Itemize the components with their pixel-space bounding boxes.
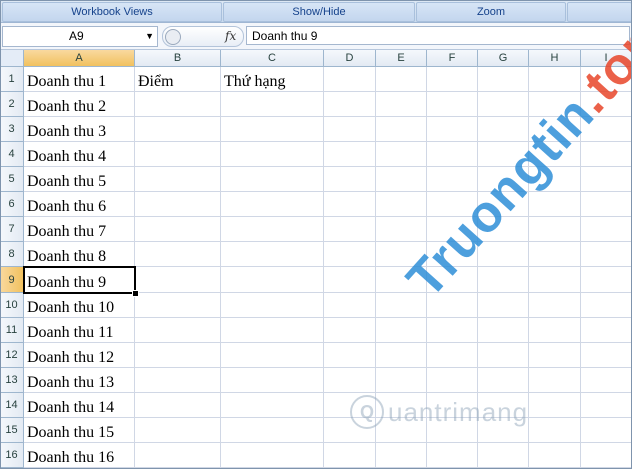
ribbon-group-workbook-views[interactable]: Workbook Views [2,2,222,22]
cell-a6[interactable]: Doanh thu 6 [24,192,165,217]
row-header-6[interactable]: 6 [0,192,24,217]
cell-b1[interactable]: Điểm [135,67,174,92]
cell-a3[interactable]: Doanh thu 3 [24,117,165,142]
row-header-4[interactable]: 4 [0,142,24,167]
select-all-corner[interactable] [0,50,24,67]
formula-bar: A9 ▼ fx Doanh thu 9 [0,23,632,50]
row-header-10[interactable]: 10 [0,293,24,318]
row-header-7[interactable]: 7 [0,217,24,242]
column-header-h[interactable]: H [529,50,581,67]
cell-a8[interactable]: Doanh thu 8 [24,242,165,267]
row-header-12[interactable]: 12 [0,343,24,368]
fill-handle[interactable] [132,290,139,297]
row-header-1[interactable]: 1 [0,67,24,92]
cell-a15[interactable]: Doanh thu 15 [24,418,165,443]
column-header-d[interactable]: D [324,50,376,67]
cell-a12[interactable]: Doanh thu 12 [24,343,165,368]
name-box[interactable]: A9 ▼ [2,26,158,47]
column-header-c[interactable]: C [221,50,324,67]
row-header-5[interactable]: 5 [0,167,24,192]
cell-a7[interactable]: Doanh thu 7 [24,217,165,242]
column-header-b[interactable]: B [135,50,221,67]
row-header-13[interactable]: 13 [0,368,24,393]
ribbon-group-show-hide[interactable]: Show/Hide [223,2,415,22]
cell-a14[interactable]: Doanh thu 14 [24,393,165,418]
insert-function-icon[interactable]: fx [225,27,236,46]
cell-a16[interactable]: Doanh thu 16 [24,443,165,468]
row-header-2[interactable]: 2 [0,92,24,117]
cell-a10[interactable]: Doanh thu 10 [24,293,165,318]
grid-line-vertical [220,67,221,469]
column-header-f[interactable]: F [427,50,478,67]
ribbon-group-bar: Workbook Views Show/Hide Zoom [0,0,632,23]
name-box-value: A9 [69,29,84,43]
cell-a11[interactable]: Doanh thu 11 [24,318,165,343]
ribbon-group-zoom[interactable]: Zoom [416,2,566,22]
row-header-15[interactable]: 15 [0,418,24,443]
formula-tools: fx [162,26,244,47]
column-header-g[interactable]: G [478,50,529,67]
row-header-11[interactable]: 11 [0,318,24,343]
cell-a5[interactable]: Doanh thu 5 [24,167,165,192]
quantrimang-logo-icon: Q [350,395,384,429]
row-header-16[interactable]: 16 [0,443,24,468]
active-cell-outline [23,266,136,294]
quantrimang-watermark: Q uantrimang [350,392,528,432]
chevron-down-icon[interactable]: ▼ [145,27,154,46]
cell-a4[interactable]: Doanh thu 4 [24,142,165,167]
formula-input[interactable]: Doanh thu 9 [246,26,630,45]
cell-c1[interactable]: Thứ hạng [221,67,286,92]
row-header-3[interactable]: 3 [0,117,24,142]
row-header-9[interactable]: 9 [0,267,24,293]
expand-circle-icon[interactable] [165,29,181,45]
column-header-e[interactable]: E [376,50,427,67]
column-header-a[interactable]: A [24,50,135,67]
cell-a13[interactable]: Doanh thu 13 [24,368,165,393]
grid-line-vertical [323,67,324,469]
cell-a2[interactable]: Doanh thu 2 [24,92,165,117]
row-header-14[interactable]: 14 [0,393,24,418]
row-header-8[interactable]: 8 [0,242,24,267]
